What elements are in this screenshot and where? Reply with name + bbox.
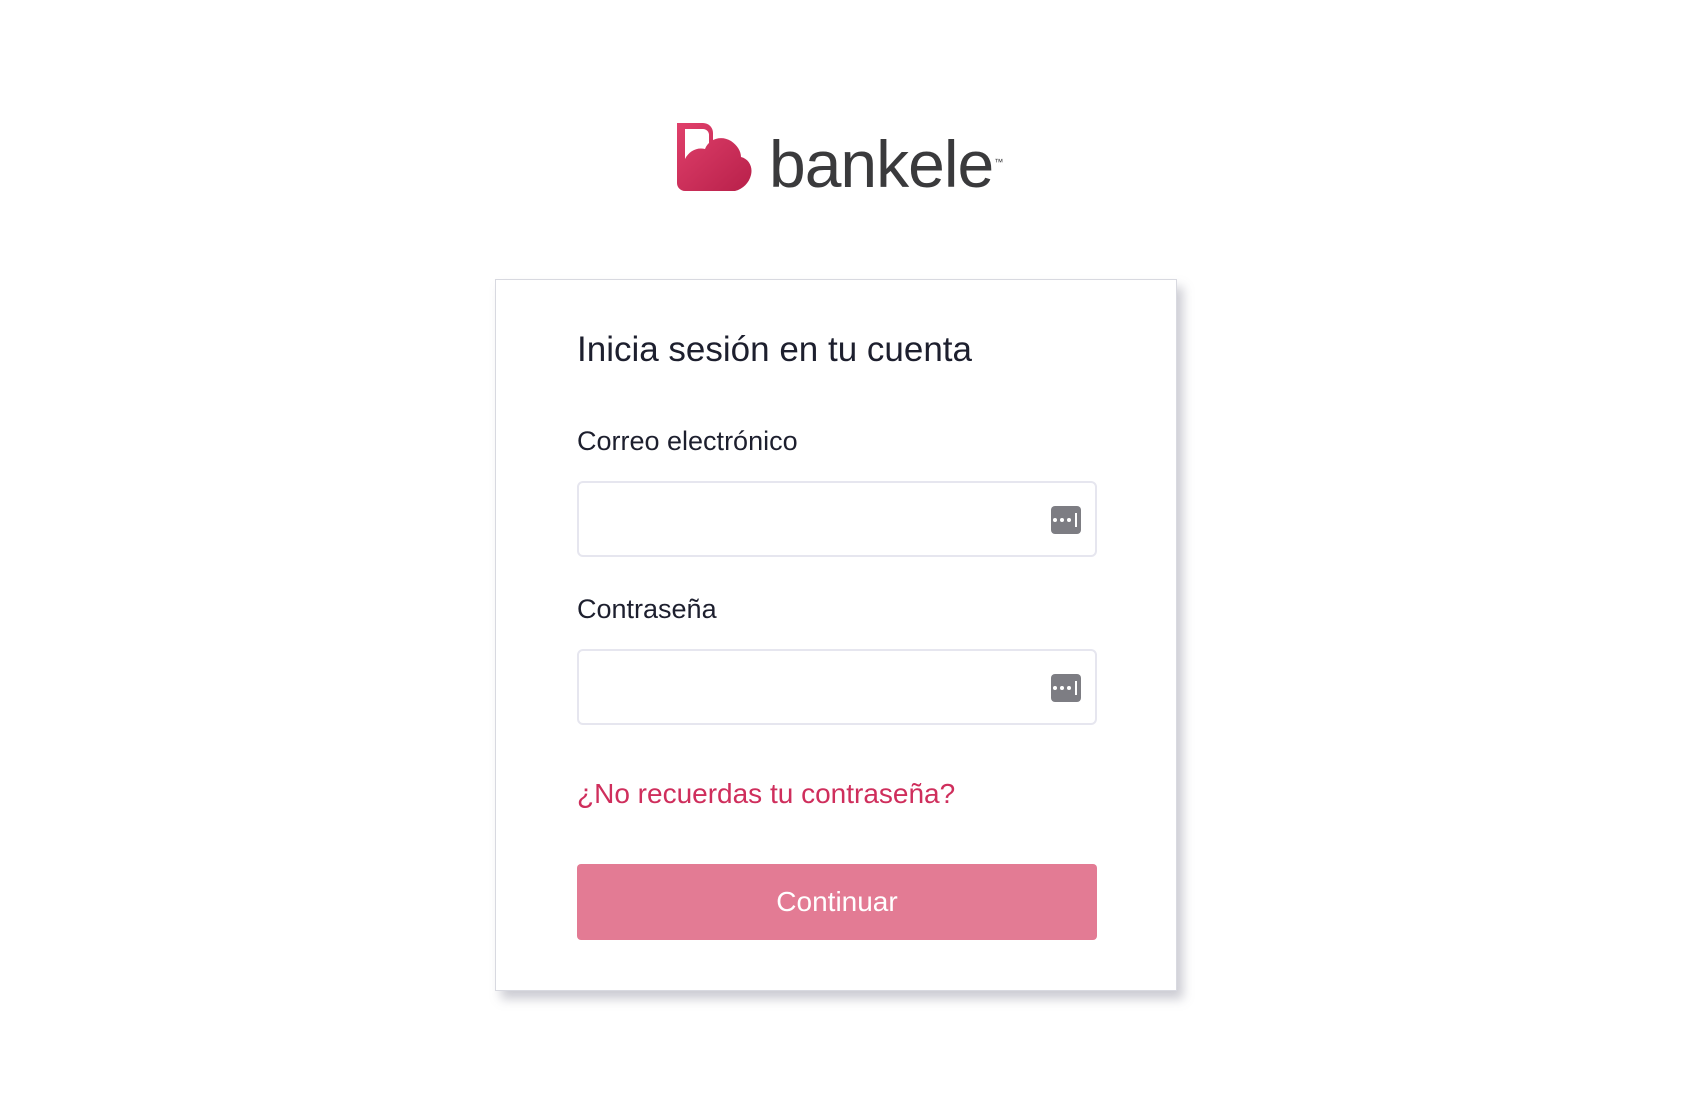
password-manager-icon[interactable] (1051, 674, 1081, 702)
email-label: Correo electrónico (577, 426, 798, 456)
password-label: Contraseña (577, 594, 717, 624)
password-manager-icon[interactable] (1051, 506, 1081, 534)
forgot-password-link[interactable]: ¿No recuerdas tu contraseña? (577, 778, 955, 810)
email-input[interactable] (579, 483, 1095, 555)
brand-wordmark: bankele™ (769, 127, 1004, 201)
password-input[interactable] (579, 651, 1095, 723)
login-title: Inicia sesión en tu cuenta (577, 330, 972, 369)
trademark-symbol: ™ (994, 157, 1004, 167)
password-field-container (577, 649, 1097, 725)
email-field-container (577, 481, 1097, 557)
brand-logo: bankele™ (675, 120, 1003, 200)
bankele-logo-icon (677, 123, 752, 191)
continue-button[interactable]: Continuar (577, 864, 1097, 940)
login-card: Inicia sesión en tu cuenta Correo electr… (495, 279, 1177, 991)
